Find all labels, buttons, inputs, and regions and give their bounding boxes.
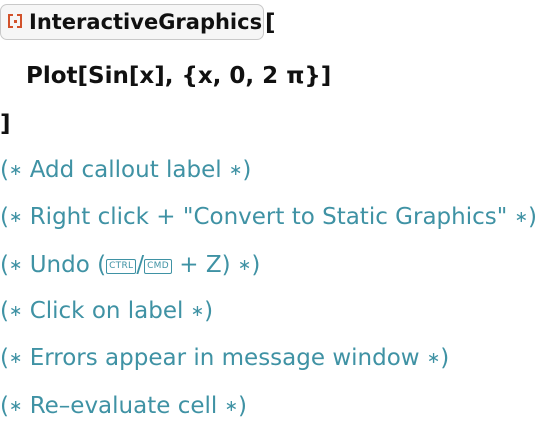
wolfram-function-icon [8,14,22,28]
comment-undo: (∗ Undo (CTRL / CMD + Z) ∗) [0,252,261,278]
comment-click-label: (∗ Click on label ∗) [0,298,214,324]
function-name: InteractiveGraphics [29,10,263,34]
function-badge[interactable]: InteractiveGraphics [0,4,264,40]
comment-add-callout: (∗ Add callout label ∗) [0,157,252,183]
ctrl-key-icon: CTRL [106,259,137,274]
plot-argument: Plot[Sin[x], {x, 0, 2 π}] [26,63,332,89]
comment-errors-message: (∗ Errors appear in message window ∗) [0,345,450,371]
open-bracket: [ [265,10,276,36]
comment-convert-static: (∗ Right click + "Convert to Static Grap… [0,204,538,230]
close-bracket: ] [0,111,11,137]
cmd-key-icon: CMD [144,259,172,274]
comment-reevaluate: (∗ Re–evaluate cell ∗) [0,393,247,419]
